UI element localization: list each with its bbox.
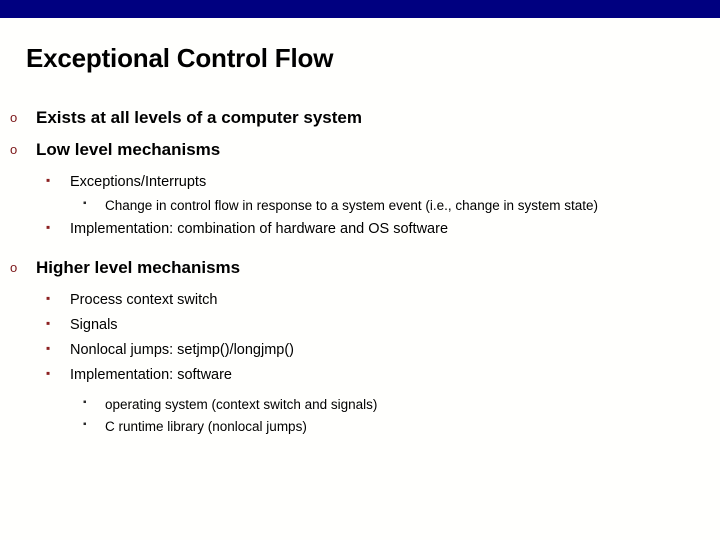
level2-bullet-icon: ▪ xyxy=(46,173,51,187)
level3-bullet-icon: ▪ xyxy=(83,397,87,408)
bullet-item-change-in-control-flow: ▪ Change in control flow in response to … xyxy=(0,195,720,217)
bullet-item-exceptions-interrupts: ▪ Exceptions/Interrupts xyxy=(0,170,720,195)
bullet-item-process-context-switch: ▪ Process context switch xyxy=(0,288,720,313)
level1-bullet-icon: o xyxy=(10,142,18,157)
bullet-item-higher-level-mechanisms: o Higher level mechanisms xyxy=(0,254,720,282)
level2-bullet-icon: ▪ xyxy=(46,291,51,305)
bullet-text: Nonlocal jumps: setjmp()/longjmp() xyxy=(70,342,295,358)
top-accent-bar xyxy=(0,0,720,18)
bullet-item-operating-system: ▪ operating system (context switch and s… xyxy=(0,394,720,416)
bullet-text: Process context switch xyxy=(70,292,218,308)
level3-bullet-icon: ▪ xyxy=(83,419,87,430)
bullet-item-implementation-hardware-os: ▪ Implementation: combination of hardwar… xyxy=(0,217,720,242)
level3-bullet-icon: ▪ xyxy=(83,198,87,209)
bullet-text: C runtime library (nonlocal jumps) xyxy=(105,419,307,434)
bullet-text: Higher level mechanisms xyxy=(36,258,241,277)
bullet-text: Implementation: software xyxy=(70,367,232,383)
bullet-text: Low level mechanisms xyxy=(36,140,221,159)
bullet-item-implementation-software: ▪ Implementation: software xyxy=(0,363,720,388)
bullet-item-c-runtime-library: ▪ C runtime library (nonlocal jumps) xyxy=(0,416,720,438)
bullet-item-exists-at-all-levels: o Exists at all levels of a computer sys… xyxy=(0,104,720,132)
bullet-item-low-level-mechanisms: o Low level mechanisms xyxy=(0,136,720,164)
slide-canvas: Exceptional Control Flow o Exists at all… xyxy=(0,0,720,540)
slide-body: o Exists at all levels of a computer sys… xyxy=(0,104,720,438)
level2-bullet-icon: ▪ xyxy=(46,341,51,355)
level2-bullet-icon: ▪ xyxy=(46,316,51,330)
level2-bullet-icon: ▪ xyxy=(46,366,51,380)
bullet-text: Implementation: combination of hardware … xyxy=(70,221,449,237)
level1-bullet-icon: o xyxy=(10,110,18,125)
bullet-text: Signals xyxy=(70,317,118,333)
bullet-item-nonlocal-jumps: ▪ Nonlocal jumps: setjmp()/longjmp() xyxy=(0,338,720,363)
bullet-text: Exceptions/Interrupts xyxy=(70,174,207,190)
bullet-text: Exists at all levels of a computer syste… xyxy=(36,108,362,127)
bullet-text: Change in control flow in response to a … xyxy=(105,198,598,213)
level2-bullet-icon: ▪ xyxy=(46,220,51,234)
page-title: Exceptional Control Flow xyxy=(26,43,334,73)
bullet-text: operating system (context switch and sig… xyxy=(105,397,378,412)
bullet-item-signals: ▪ Signals xyxy=(0,313,720,338)
level1-bullet-icon: o xyxy=(10,260,18,275)
